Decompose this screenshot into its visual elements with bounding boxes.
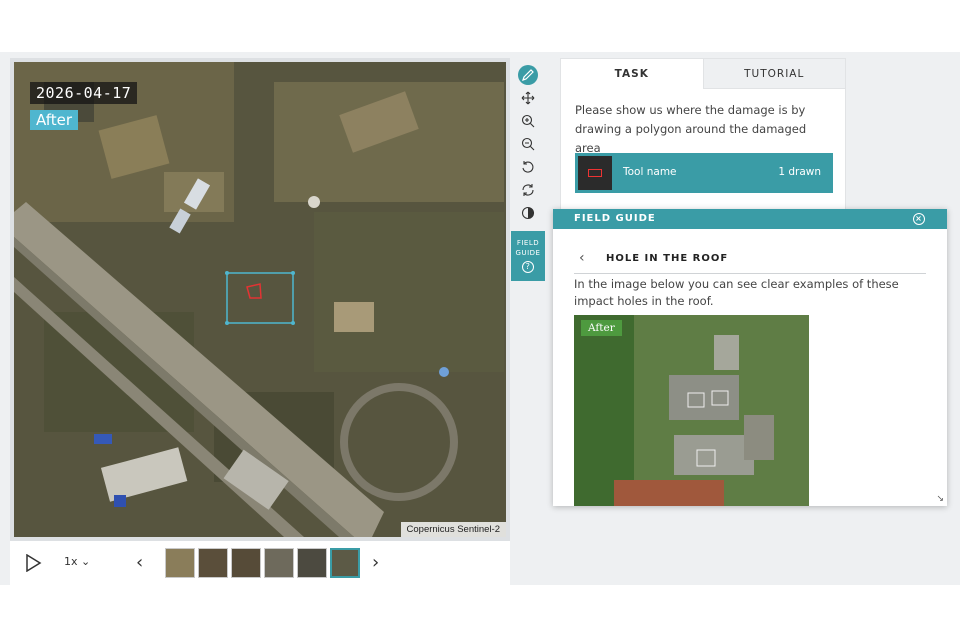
task-tabs: TASK TUTORIAL [561,59,845,89]
field-guide-panel: FIELD GUIDE × ‹ HOLE IN THE ROOF In the … [553,209,947,506]
pencil-icon[interactable] [518,65,538,85]
reset-icon[interactable] [518,180,538,200]
field-guide-tab-label-1: FIELD [516,239,540,247]
chevron-down-icon: ⌄ [81,555,91,568]
field-guide-example-image: After [574,315,809,506]
zoom-in-icon[interactable] [518,111,538,131]
tab-tutorial[interactable]: TUTORIAL [702,59,845,89]
back-chevron-icon[interactable]: ‹ [579,250,585,266]
tool-name: Tool name [623,166,677,178]
frame-thumbnail-active[interactable] [330,548,360,578]
resize-handle-icon[interactable]: ↘ [936,494,944,504]
field-guide-item-title: HOLE IN THE ROOF [606,253,729,264]
play-icon[interactable] [24,554,42,572]
frame-thumbnail[interactable] [231,548,261,578]
frame-thumbnail[interactable] [264,548,294,578]
polygon-tool-button[interactable]: Tool name 1 drawn [575,153,833,193]
image-viewer[interactable]: 2026-04-17 After Copernicus Sentinel-2 [10,58,510,541]
tool-drawn-count: 1 drawn [778,166,821,178]
field-guide-title: FIELD GUIDE [574,213,656,224]
prev-frame-button[interactable]: ‹ [136,554,150,572]
after-badge: After [30,110,79,130]
help-icon[interactable]: ? [522,261,534,273]
satellite-image[interactable]: 2026-04-17 After Copernicus Sentinel-2 [14,62,506,537]
frame-thumbnail[interactable] [165,548,195,578]
frame-thumbnail[interactable] [198,548,228,578]
move-icon[interactable] [518,88,538,108]
divider [574,273,926,274]
speed-value: 1x [64,555,78,568]
speed-select[interactable]: 1x ⌄ [64,555,90,568]
frame-player-bar: 1x ⌄ ‹ › [10,541,510,585]
date-label: 2026-04-17 [30,82,138,104]
contrast-icon[interactable] [518,203,538,223]
frame-thumbnail[interactable] [297,548,327,578]
example-after-label: After [581,320,622,336]
task-panel: TASK TUTORIAL Please show us where the d… [560,58,846,218]
rotate-left-icon[interactable] [518,157,538,177]
close-icon[interactable]: × [913,213,925,225]
frame-thumbnails [165,548,360,578]
next-frame-button[interactable]: › [372,554,386,572]
tool-swatch-icon [578,156,612,190]
zoom-out-icon[interactable] [518,134,538,154]
task-instruction: Please show us where the damage is by dr… [575,103,807,155]
image-credit: Copernicus Sentinel-2 [400,522,506,537]
field-guide-tab[interactable]: FIELD GUIDE ? [511,231,545,281]
field-guide-description: In the image below you can see clear exa… [574,277,899,308]
field-guide-tab-label-2: GUIDE [515,249,541,257]
field-guide-header: FIELD GUIDE × [553,209,947,229]
tab-task[interactable]: TASK [561,59,703,89]
